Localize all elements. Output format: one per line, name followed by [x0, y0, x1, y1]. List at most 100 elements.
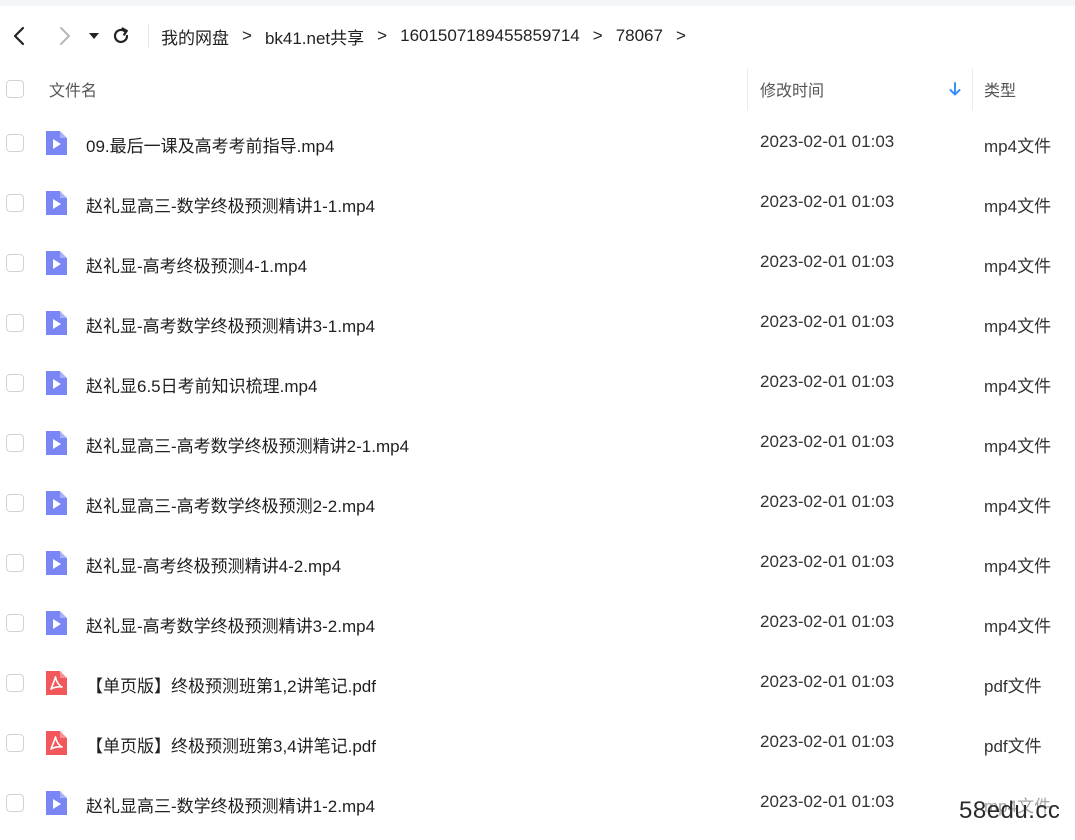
- row-checkbox[interactable]: [6, 734, 24, 752]
- file-row[interactable]: 赵礼显6.5日考前知识梳理.mp4 2023-02-01 01:03 mp4文件: [0, 353, 1075, 413]
- breadcrumb-item-current[interactable]: 78067: [612, 26, 667, 46]
- row-checkbox[interactable]: [6, 554, 24, 572]
- file-row[interactable]: 【单页版】终极预测班第1,2讲笔记.pdf 2023-02-01 01:03 p…: [0, 653, 1075, 713]
- file-row[interactable]: 09.最后一课及高考考前指导.mp4 2023-02-01 01:03 mp4文…: [0, 113, 1075, 173]
- breadcrumb-separator: >: [592, 26, 603, 45]
- file-type: mp4文件: [984, 257, 1052, 276]
- file-list-header: 文件名 修改时间 类型: [0, 62, 1075, 116]
- file-row[interactable]: 赵礼显高三-高考数学终极预测精讲2-1.mp4 2023-02-01 01:03…: [0, 413, 1075, 473]
- video-file-icon: [44, 130, 68, 156]
- file-name[interactable]: 赵礼显-高考终极预测4-1.mp4: [86, 252, 307, 277]
- file-row[interactable]: 赵礼显高三-高考数学终极预测2-2.mp4 2023-02-01 01:03 m…: [0, 473, 1075, 533]
- breadcrumb-item-share[interactable]: bk41.net共享: [261, 24, 368, 49]
- caret-down-icon: [89, 33, 99, 39]
- row-checkbox[interactable]: [6, 494, 24, 512]
- file-row[interactable]: 赵礼显高三-数学终极预测精讲1-2.mp4 2023-02-01 01:03 m…: [0, 773, 1075, 833]
- file-list: 09.最后一课及高考考前指导.mp4 2023-02-01 01:03 mp4文…: [0, 113, 1075, 833]
- row-checkbox[interactable]: [6, 314, 24, 332]
- file-modified-time: 2023-02-01 01:03: [760, 252, 895, 271]
- row-checkbox[interactable]: [6, 794, 24, 812]
- file-modified-time: 2023-02-01 01:03: [760, 192, 895, 211]
- pdf-file-icon: [44, 670, 68, 696]
- row-checkbox[interactable]: [6, 374, 24, 392]
- file-row[interactable]: 赵礼显-高考数学终极预测精讲3-1.mp4 2023-02-01 01:03 m…: [0, 293, 1075, 353]
- file-modified-time: 2023-02-01 01:03: [760, 132, 895, 151]
- row-checkbox[interactable]: [6, 614, 24, 632]
- file-row[interactable]: 赵礼显-高考终极预测精讲4-2.mp4 2023-02-01 01:03 mp4…: [0, 533, 1075, 593]
- video-file-icon: [44, 190, 68, 216]
- forward-button[interactable]: [48, 19, 82, 53]
- video-file-icon: [44, 490, 68, 516]
- row-checkbox[interactable]: [6, 194, 24, 212]
- file-modified-time: 2023-02-01 01:03: [760, 672, 895, 691]
- column-divider[interactable]: [747, 68, 748, 110]
- refresh-icon: [113, 27, 129, 43]
- file-modified-time: 2023-02-01 01:03: [760, 732, 895, 751]
- file-name[interactable]: 赵礼显高三-数学终极预测精讲1-2.mp4: [86, 792, 375, 817]
- file-name[interactable]: 赵礼显高三-高考数学终极预测精讲2-1.mp4: [86, 432, 409, 457]
- nav-divider: [148, 24, 149, 48]
- video-file-icon: [44, 250, 68, 276]
- video-file-icon: [44, 310, 68, 336]
- file-name[interactable]: 【单页版】终极预测班第3,4讲笔记.pdf: [86, 732, 376, 757]
- file-row[interactable]: 赵礼显高三-数学终极预测精讲1-1.mp4 2023-02-01 01:03 m…: [0, 173, 1075, 233]
- file-name[interactable]: 赵礼显高三-数学终极预测精讲1-1.mp4: [86, 192, 375, 217]
- file-modified-time: 2023-02-01 01:03: [760, 612, 895, 631]
- refresh-button[interactable]: [106, 19, 136, 53]
- history-dropdown-button[interactable]: [82, 19, 106, 53]
- watermark: 58edu.cc: [955, 797, 1065, 825]
- file-type: mp4文件: [984, 137, 1052, 156]
- row-checkbox[interactable]: [6, 434, 24, 452]
- breadcrumb-separator: >: [675, 26, 686, 45]
- file-modified-time: 2023-02-01 01:03: [760, 312, 895, 331]
- file-name[interactable]: 【单页版】终极预测班第1,2讲笔记.pdf: [86, 672, 376, 697]
- file-name[interactable]: 赵礼显-高考数学终极预测精讲3-2.mp4: [86, 612, 375, 637]
- video-file-icon: [44, 790, 68, 816]
- video-file-icon: [44, 550, 68, 576]
- file-type: mp4文件: [984, 497, 1052, 516]
- file-name[interactable]: 赵礼显-高考终极预测精讲4-2.mp4: [86, 552, 341, 577]
- file-name[interactable]: 赵礼显6.5日考前知识梳理.mp4: [86, 372, 317, 397]
- video-file-icon: [44, 610, 68, 636]
- file-type: mp4文件: [984, 377, 1052, 396]
- file-modified-time: 2023-02-01 01:03: [760, 552, 895, 571]
- file-modified-time: 2023-02-01 01:03: [760, 432, 895, 451]
- breadcrumb-separator: >: [377, 26, 388, 45]
- navigation-bar: 我的网盘 > bk41.net共享 > 1601507189455859714 …: [0, 14, 1075, 58]
- breadcrumb-separator: >: [242, 26, 252, 45]
- chevron-right-icon: [60, 27, 70, 45]
- sort-descending-icon[interactable]: [948, 81, 962, 97]
- breadcrumb-item-root[interactable]: 我的网盘: [157, 24, 233, 49]
- file-row[interactable]: 【单页版】终极预测班第3,4讲笔记.pdf 2023-02-01 01:03 p…: [0, 713, 1075, 773]
- row-checkbox[interactable]: [6, 134, 24, 152]
- back-button[interactable]: [2, 19, 36, 53]
- file-type: pdf文件: [984, 737, 1042, 756]
- breadcrumb: 我的网盘 > bk41.net共享 > 1601507189455859714 …: [157, 24, 695, 49]
- file-type: mp4文件: [984, 197, 1052, 216]
- file-name[interactable]: 09.最后一课及高考考前指导.mp4: [86, 132, 334, 157]
- breadcrumb-item-folder[interactable]: 1601507189455859714: [396, 26, 584, 46]
- file-name[interactable]: 赵礼显高三-高考数学终极预测2-2.mp4: [86, 492, 375, 517]
- select-all-checkbox[interactable]: [6, 80, 24, 98]
- file-type: mp4文件: [984, 437, 1052, 456]
- row-checkbox[interactable]: [6, 254, 24, 272]
- column-divider[interactable]: [972, 68, 973, 110]
- column-header-modified-time[interactable]: 修改时间: [760, 77, 824, 101]
- file-type: pdf文件: [984, 677, 1042, 696]
- row-checkbox[interactable]: [6, 674, 24, 692]
- file-name[interactable]: 赵礼显-高考数学终极预测精讲3-1.mp4: [86, 312, 375, 337]
- pdf-file-icon: [44, 730, 68, 756]
- column-header-type[interactable]: 类型: [984, 77, 1016, 101]
- file-row[interactable]: 赵礼显-高考终极预测4-1.mp4 2023-02-01 01:03 mp4文件: [0, 233, 1075, 293]
- file-row[interactable]: 赵礼显-高考数学终极预测精讲3-2.mp4 2023-02-01 01:03 m…: [0, 593, 1075, 653]
- file-type: mp4文件: [984, 557, 1052, 576]
- top-strip: [0, 0, 1075, 6]
- column-header-name[interactable]: 文件名: [49, 77, 97, 101]
- video-file-icon: [44, 370, 68, 396]
- file-modified-time: 2023-02-01 01:03: [760, 372, 895, 391]
- file-type: mp4文件: [984, 617, 1052, 636]
- file-type: mp4文件: [984, 317, 1052, 336]
- video-file-icon: [44, 430, 68, 456]
- file-modified-time: 2023-02-01 01:03: [760, 492, 895, 511]
- file-modified-time: 2023-02-01 01:03: [760, 792, 895, 811]
